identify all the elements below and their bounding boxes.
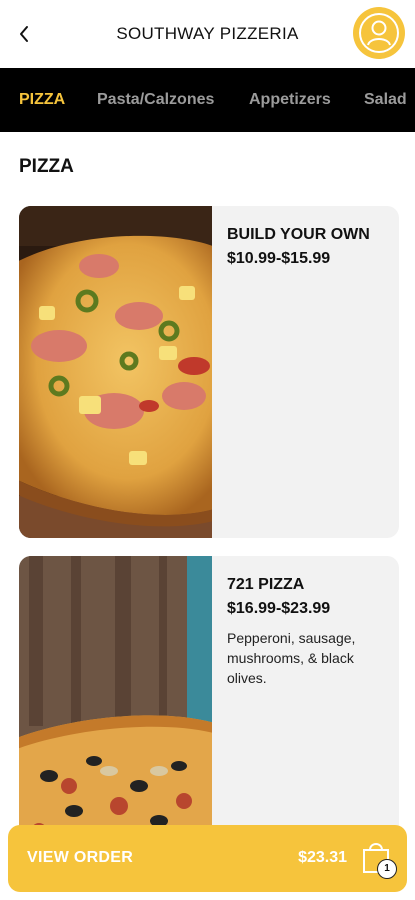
app-header: SOUTHWAY PIZZERIA (0, 0, 415, 68)
order-total: $23.31 (298, 849, 347, 866)
tab-salad[interactable]: Salad (364, 91, 407, 109)
item-price: $16.99-$23.99 (227, 600, 331, 617)
profile-button[interactable] (353, 7, 405, 59)
item-description: Pepperoni, sausage, mushrooms, & black o… (227, 630, 356, 686)
item-price: $10.99-$15.99 (227, 250, 331, 267)
tab-pizza[interactable]: PIZZA (19, 91, 65, 109)
section-title: PIZZA (19, 156, 74, 177)
view-order-label: VIEW ORDER (27, 849, 134, 866)
cart-count-badge: 1 (377, 859, 397, 879)
item-image (19, 556, 212, 856)
category-tabs: PIZZA Pasta/Calzones Appetizers Salad (0, 68, 415, 132)
menu-item-card[interactable]: 721 PIZZA $16.99-$23.99 Pepperoni, sausa… (19, 556, 399, 856)
tab-appetizers[interactable]: Appetizers (249, 91, 331, 109)
tab-pasta-calzones[interactable]: Pasta/Calzones (97, 91, 214, 109)
user-icon (359, 13, 399, 53)
item-name: 721 PIZZA (227, 576, 305, 593)
item-name: BUILD YOUR OWN (227, 226, 370, 243)
item-image (19, 206, 212, 538)
view-order-button[interactable]: VIEW ORDER $23.31 1 (8, 825, 407, 892)
menu-item-card[interactable]: BUILD YOUR OWN $10.99-$15.99 (19, 206, 399, 538)
